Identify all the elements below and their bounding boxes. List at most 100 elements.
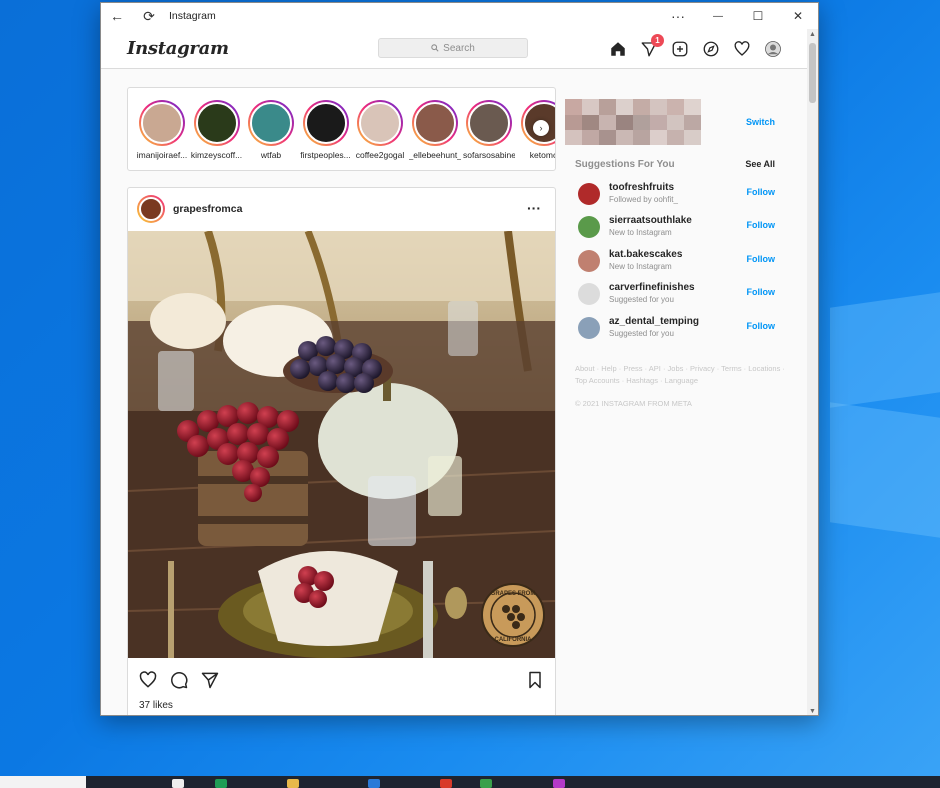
story-username: _ellebeehunt_ [408,150,461,160]
window-title: Instagram [169,10,216,22]
share-icon[interactable] [200,670,220,690]
direct-messages-icon[interactable]: 1 [639,34,664,59]
post-author-avatar[interactable] [137,195,165,223]
title-bar: ← ⟳ Instagram ··· — ☐ ✕ [101,3,818,29]
bookmark-icon[interactable] [525,670,545,690]
profile-avatar[interactable] [763,39,783,59]
story-avatar [302,100,349,146]
taskbar-app-icon[interactable] [480,779,492,788]
story-username: sofarsosabine [463,150,515,160]
desktop-wallpaper-pane [830,402,940,538]
suggestion-username[interactable]: sierraatsouthlake [609,215,692,226]
story-item[interactable]: imanijoiraef... [136,100,188,160]
suggestion-username[interactable]: kat.bakescakes [609,249,682,260]
suggestion-username[interactable]: carverfinefinishes [609,282,695,293]
follow-button[interactable]: Follow [747,254,776,264]
suggestion-subtitle: New to Instagram [609,228,672,238]
suggestion-item: az_dental_temping Suggested for you Follow [575,315,785,345]
home-icon[interactable] [608,39,628,59]
taskbar-app-icon[interactable] [368,779,380,788]
post-author-username[interactable]: grapesfromca [173,203,242,215]
explore-icon[interactable] [701,39,721,59]
story-item[interactable]: firstpeoples... [300,100,352,160]
stories-next-arrow-icon[interactable]: › [533,120,549,136]
close-button[interactable]: ✕ [778,3,818,29]
like-heart-icon[interactable] [138,670,158,690]
story-avatar [139,100,185,146]
feed-post: grapesfromca ··· GRAPES FROM CALIFORNIA … [127,187,556,715]
story-item[interactable]: kimzeyscoff... [191,100,243,160]
suggestion-avatar[interactable] [578,249,600,272]
post-photo[interactable]: GRAPES FROM CALIFORNIA [128,231,555,658]
story-username: ketomc [529,150,556,160]
taskbar-app-icon[interactable] [287,779,299,788]
suggestion-avatar[interactable] [578,216,600,239]
window-more-button[interactable]: ··· [658,3,698,29]
likes-count[interactable]: 37 likes [139,700,173,711]
scroll-down-arrow[interactable]: ▼ [809,708,816,715]
story-username: wtfab [260,150,282,160]
post-header: grapesfromca ··· [128,188,555,230]
comment-icon[interactable] [169,670,189,690]
taskbar-search-area[interactable] [0,776,86,788]
story-username: imanijoiraef... [136,150,188,160]
suggestion-item: toofreshfruits Followed by oohfit_ Follow [575,181,785,211]
story-avatar [466,100,512,146]
suggestion-username[interactable]: az_dental_temping [609,316,699,327]
suggestion-username[interactable]: toofreshfruits [609,182,674,193]
suggestion-avatar[interactable] [578,283,600,306]
story-avatar [193,100,240,146]
new-post-icon[interactable] [670,39,690,59]
suggestion-avatar[interactable] [578,316,600,339]
story-username: coffee2gogal [355,150,405,160]
suggestion-subtitle: Followed by oohfit_ [609,195,678,204]
follow-button[interactable]: Follow [747,287,776,297]
current-account-avatar[interactable] [565,99,701,145]
watermark-top-text: GRAPES FROM [491,591,536,597]
story-username: firstpeoples... [300,150,351,160]
copyright-text: © 2021 INSTAGRAM FROM META [575,399,692,408]
follow-button[interactable]: Follow [747,321,776,331]
footer-links[interactable]: About · Help · Press · API · Jobs · Priv… [575,363,785,387]
vertical-scrollbar[interactable]: ▲ ▼ [807,29,818,715]
search-placeholder: Search [443,42,475,54]
suggestion-subtitle: Suggested for you [609,295,674,305]
see-all-link[interactable]: See All [745,159,775,169]
follow-button[interactable]: Follow [747,220,776,230]
scroll-thumb[interactable] [809,43,816,103]
search-icon [431,44,439,52]
post-actions [138,670,220,690]
suggestion-avatar[interactable] [578,183,600,205]
scroll-up-arrow[interactable]: ▲ [809,31,816,38]
taskbar-app-icon[interactable] [215,779,227,788]
switch-account-link[interactable]: Switch [746,117,775,127]
story-item[interactable]: sofarsosabine [463,100,515,160]
minimize-button[interactable]: — [698,3,738,29]
post-options-button[interactable]: ··· [527,200,541,216]
stories-tray: imanijoiraef... kimzeyscoff... wtfab firstp… [127,87,556,171]
instagram-window: ← ⟳ Instagram ··· — ☐ ✕ Instagram Search… [100,2,819,716]
back-button[interactable]: ← [101,3,133,29]
story-item[interactable]: wtfab [245,100,297,160]
story-avatar [248,100,294,146]
search-input[interactable]: Search [378,38,528,58]
taskbar-instagram-icon[interactable] [553,779,565,788]
taskbar-app-icon[interactable] [440,779,452,788]
story-avatar [357,100,403,146]
story-item[interactable]: _ellebeehunt_ [409,100,461,160]
activity-heart-icon[interactable] [732,39,752,59]
watermark-bottom-text: CALIFORNIA [495,637,533,643]
suggestion-item: carverfinefinishes Suggested for you Follo… [575,281,785,311]
suggestion-item: kat.bakescakes New to Instagram Follow [575,248,785,278]
maximize-button[interactable]: ☐ [738,3,778,29]
suggestion-subtitle: Suggested for you [609,328,674,338]
follow-button[interactable]: Follow [747,187,776,197]
refresh-button[interactable]: ⟳ [133,3,165,29]
notification-badge: 1 [651,34,664,47]
windows-taskbar [0,776,940,788]
story-avatar [411,100,458,146]
story-item[interactable]: coffee2gogal [354,100,406,160]
taskbar-app-icon[interactable] [172,779,184,788]
suggestion-subtitle: New to Instagram [609,261,672,271]
instagram-logo[interactable]: Instagram [127,38,229,59]
